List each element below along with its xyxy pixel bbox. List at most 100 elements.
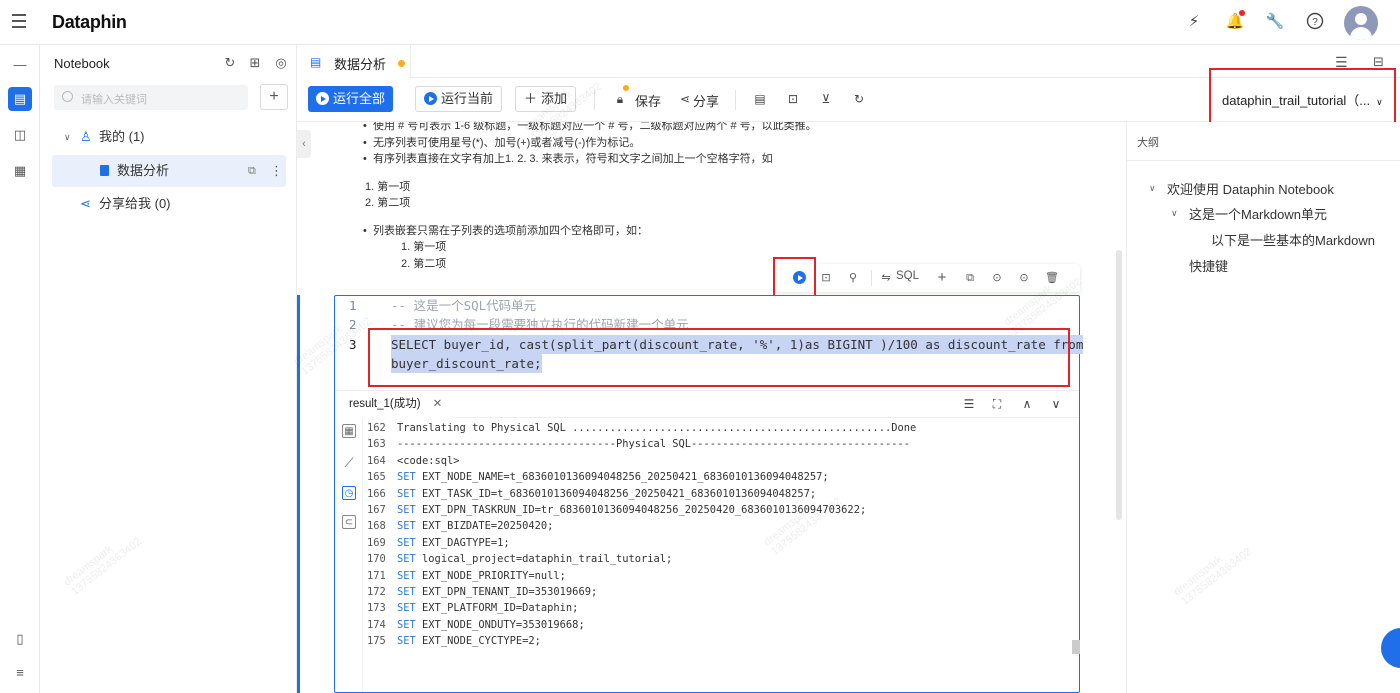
highlight-box-run-cell [773,257,816,297]
table-nav-icon[interactable]: ▦ [8,159,32,183]
switch-icon[interactable]: ⇋ [879,271,893,285]
copy-icon[interactable]: ⧉ [963,271,977,285]
log-line: 162 Translating to Physical SQL .........… [367,422,917,434]
notebook-nav-icon[interactable]: ▤ [8,87,32,111]
log-line: 168 SET EXT_BIZDATE=20250420; [367,520,554,533]
add-cell-button[interactable]: ＋添加 [515,86,577,112]
share-button[interactable]: 分享 [693,91,719,110]
tree-item-label: 数据分析 [117,163,170,178]
log-line: 169 SET EXT_DAGTYPE=1; [367,536,510,549]
log-line: 173 SET EXT_PLATFORM_ID=Dataphin; [367,602,579,615]
menu-icon[interactable] [12,14,26,28]
log-line: 171 SET EXT_NODE_PRIORITY=null; [367,569,566,582]
wrench-icon[interactable]: 🔧 [1265,12,1285,32]
unsaved-indicator [623,85,629,91]
notebook-editor: ‹ • 使用 # 号可表示 1-6 级标题，一级标题对应一个 # 号，二级标题对… [297,122,1125,693]
outline-item[interactable]: 以下是一些基本的Markdown [1211,230,1375,249]
tree-item-mine[interactable]: ∨ ♙ 我的 (1) [52,121,286,153]
notebook-sidebar: Notebook ↻ ⊞ ◎ 请输入关键词 + ∨ ♙ 我的 (1) 数据分析 … [40,45,297,693]
search-placeholder: 请输入关键词 [81,94,147,106]
result-header: result_1(成功) ✕ ☰ ⛶ ∧ ∨ [335,390,1079,418]
code-line[interactable]: 1 -- 这是一个SQL代码单元 [335,296,1079,315]
run-all-button[interactable]: 运行全部 [308,86,394,112]
collapse-sidebar-icon[interactable]: ‹ [297,130,311,158]
cell-type-label[interactable]: SQL [896,270,919,282]
move-down-icon[interactable]: ⊙ [1017,271,1031,285]
add-cell-icon[interactable]: + [935,270,949,285]
close-icon: ✕ [432,398,443,410]
user-avatar[interactable] [1344,6,1378,40]
log-line: 167 SET EXT_DPN_TASKRUN_ID=tr_68360101360… [367,504,867,516]
image-icon[interactable]: ⊡ [785,91,801,107]
markdown-line: • 有序列表直接在文字有加上1. 2. 3. 来表示，符号和文字之间加上一个空格… [363,153,773,165]
locate-icon[interactable]: ◎ [273,55,289,71]
format-brush-icon[interactable]: ⚲ [846,271,860,285]
outline-item[interactable]: 欢迎使用 Dataphin Notebook [1167,179,1334,198]
notification-badge [1239,10,1245,16]
outline-title: 大纲 [1137,137,1159,149]
copy-icon[interactable]: ⧉ [248,155,256,187]
share-icon[interactable]: ⋖ [677,91,693,107]
refresh-icon[interactable]: ↻ [851,91,867,107]
add-notebook-button[interactable]: + [260,84,288,110]
result-scrollbar[interactable] [1072,640,1080,654]
log-line: 175 SET EXT_NODE_CYCTYPE=2; [367,635,541,648]
markdown-line: • 列表嵌套只需在子列表的选项前添加四个空格即可，如： [363,225,648,237]
refresh-icon[interactable]: ↻ [222,55,238,71]
outline-panel: 大纲 ∨ 欢迎使用 Dataphin Notebook ∨ 这是一个Markdo… [1126,122,1400,693]
search-input[interactable]: 请输入关键词 [54,85,248,110]
run-current-button[interactable]: 运行当前 [415,86,503,112]
log-line: 170 SET logical_project=dataphin_trail_tu… [367,553,673,566]
notebook-tab-icon: ▤ [310,55,322,69]
outline-item[interactable]: 这是一个Markdown单元 [1189,204,1327,223]
fullscreen-icon[interactable]: ⛶ [989,396,1005,412]
cell-toolbar: ⊡ ⚲ ⇋ SQL + ⧉ ⊙ ⊙ 🗑︎ [775,264,1080,292]
outline-item[interactable]: 快捷键 [1189,256,1228,275]
menu-icon[interactable]: ☰ [961,396,977,412]
save-button[interactable]: 保存 [635,91,661,110]
chevron-up-icon[interactable]: ∧ [1019,396,1035,412]
code-view-icon[interactable]: ⊂ [342,515,356,529]
tree-item-label: 分享给我 (0) [99,196,171,211]
plus-icon: ＋ [524,91,538,106]
editor-scrollbar[interactable] [1116,250,1122,520]
tree-item-notebook[interactable]: 数据分析 ⧉ ⋮ [52,155,286,187]
markdown-line: 2. 第二项 [365,197,411,209]
save-icon[interactable]: 🔒︎ [612,91,628,107]
query-nav-icon[interactable]: ◫ [8,123,32,147]
highlight-box-project [1209,68,1396,125]
top-bar: Dataphin ⚡ 🔔 🔧 ? [0,0,1400,45]
list-nav-icon[interactable]: ≡ [8,661,32,685]
move-up-icon[interactable]: ⊙ [990,271,1004,285]
result-side-tools: ▦ ⟋ ◷ ⊂ [335,418,363,692]
chevron-down-icon[interactable]: ∨ [1149,183,1156,194]
inbox-icon[interactable]: ⊻ [818,91,834,107]
log-line: 174 SET EXT_NODE_ONDUTY=353019668; [367,618,585,631]
more-icon[interactable]: ⋮ [270,155,283,187]
log-view-icon[interactable]: ◷ [342,486,356,500]
lightning-icon[interactable]: ⚡ [1184,12,1204,32]
image-icon[interactable]: ⊡ [819,271,833,285]
chart-view-icon[interactable]: ⟋ [342,456,356,470]
collapse-rail-icon[interactable]: — [8,53,32,77]
result-tab[interactable]: result_1(成功) ✕ [335,391,457,418]
document-nav-icon[interactable]: ▯ [8,627,32,651]
markdown-line: 1. 第一项 [365,181,411,193]
chevron-down-icon[interactable]: ∨ [1048,396,1064,412]
table-view-icon[interactable]: ▦ [342,424,356,438]
help-icon[interactable]: ? [1305,12,1325,32]
tree-item-shared[interactable]: ⋖ 分享给我 (0) [52,188,286,220]
delete-icon[interactable]: 🗑︎ [1045,271,1059,285]
log-line: 172 SET EXT_DPN_TENANT_ID=353019669; [367,586,598,598]
svg-text:?: ? [1312,17,1318,28]
document-icon[interactable]: ▤ [752,91,768,107]
app-logo[interactable]: Dataphin [52,12,127,33]
highlight-box-sql [368,328,1070,387]
new-folder-icon[interactable]: ⊞ [247,55,263,71]
chevron-down-icon[interactable]: ∨ [64,121,71,153]
log-line: 166 SET EXT_TASK_ID=t_6836010136094048256… [367,487,817,500]
tab-notebook[interactable]: ▤ 数据分析 [297,45,411,78]
bell-icon[interactable]: 🔔 [1225,10,1245,32]
chevron-down-icon[interactable]: ∨ [1171,208,1178,219]
unsaved-dot [398,60,405,67]
